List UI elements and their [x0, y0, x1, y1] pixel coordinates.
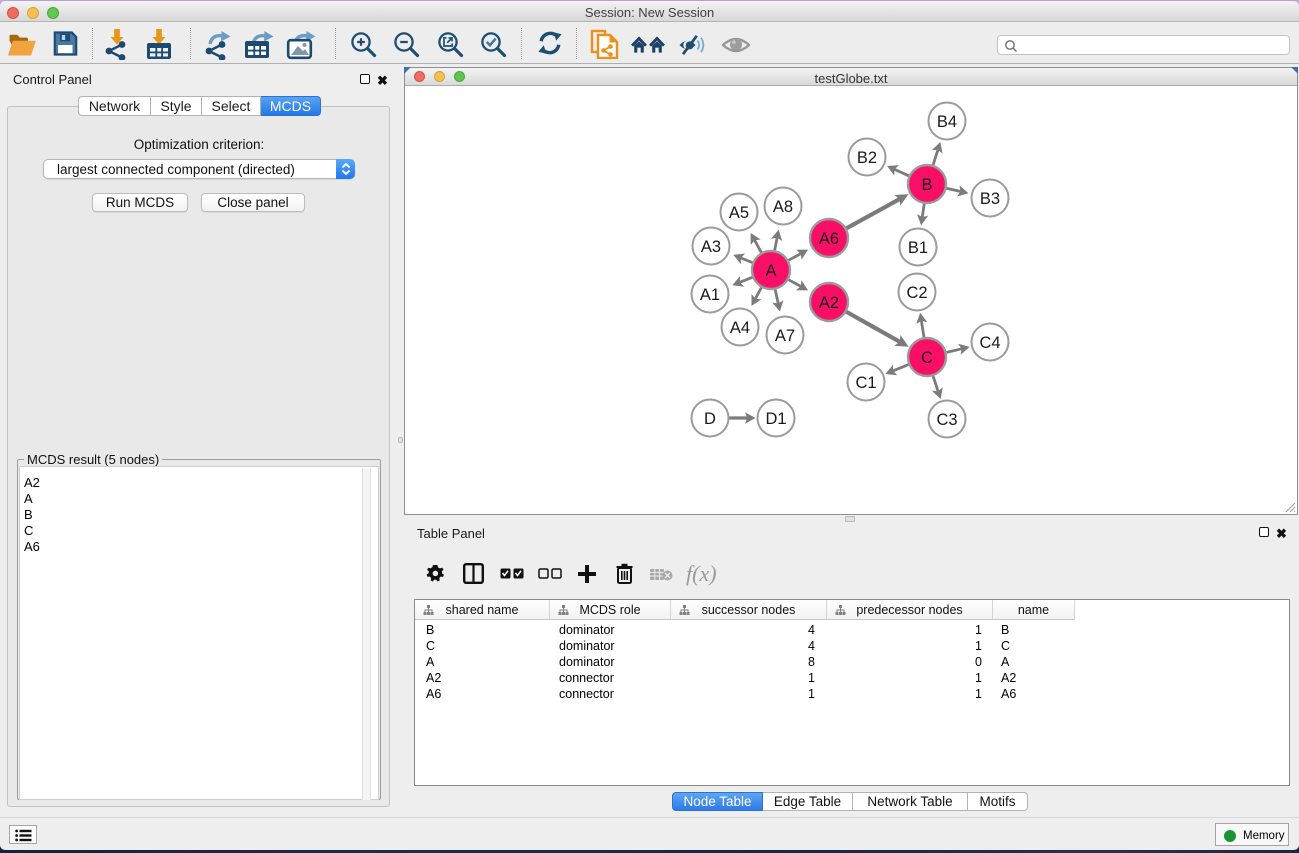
svg-text:C3: C3 [936, 411, 957, 429]
svg-text:A6: A6 [819, 230, 839, 248]
svg-text:C2: C2 [906, 284, 927, 302]
svg-text:B4: B4 [937, 113, 957, 131]
svg-text:B1: B1 [908, 239, 928, 257]
svg-text:C: C [921, 349, 933, 367]
svg-text:A8: A8 [773, 198, 793, 216]
svg-text:A2: A2 [819, 294, 839, 312]
svg-text:C4: C4 [979, 334, 1000, 352]
svg-text:D1: D1 [765, 410, 786, 428]
svg-text:A5: A5 [729, 204, 749, 222]
svg-text:D: D [704, 410, 716, 428]
svg-text:A4: A4 [730, 319, 750, 337]
svg-text:B: B [921, 176, 932, 194]
svg-text:A7: A7 [775, 327, 795, 345]
svg-text:B2: B2 [857, 149, 877, 167]
svg-text:A: A [765, 262, 776, 280]
svg-text:B3: B3 [980, 190, 1000, 208]
svg-text:A1: A1 [700, 286, 720, 304]
svg-text:C1: C1 [855, 374, 876, 392]
svg-text:A3: A3 [701, 238, 721, 256]
